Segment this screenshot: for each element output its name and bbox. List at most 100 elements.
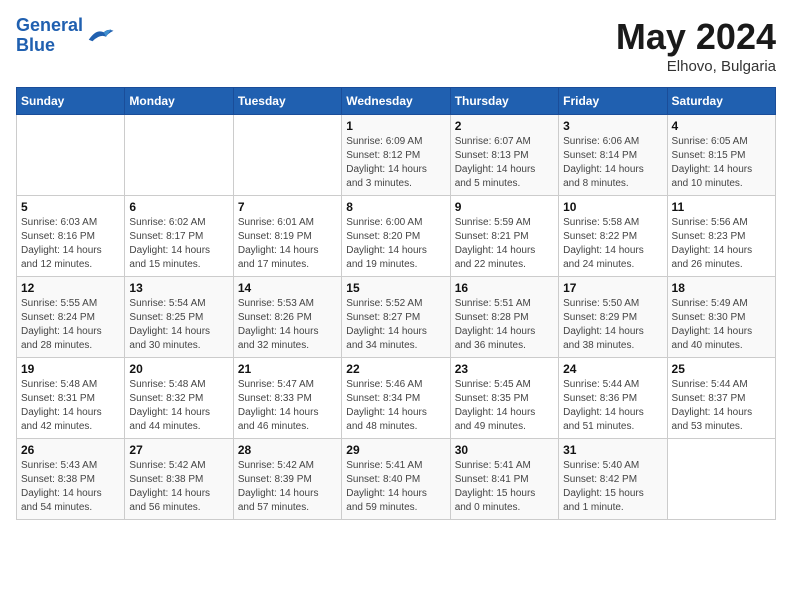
day-number: 1	[346, 119, 445, 133]
calendar-cell: 9 Sunrise: 5:59 AM Sunset: 8:21 PM Daylig…	[450, 196, 558, 277]
day-info: Sunrise: 6:06 AM Sunset: 8:14 PM Dayligh…	[563, 135, 662, 191]
weekday-header-friday: Friday	[559, 88, 667, 115]
day-number: 18	[672, 281, 771, 295]
calendar-cell: 26 Sunrise: 5:43 AM Sunset: 8:38 PM Dayli…	[17, 439, 125, 520]
day-info: Sunrise: 5:50 AM Sunset: 8:29 PM Dayligh…	[563, 297, 662, 353]
day-number: 17	[563, 281, 662, 295]
day-number: 20	[129, 362, 228, 376]
day-number: 8	[346, 200, 445, 214]
day-number: 27	[129, 443, 228, 457]
calendar-cell: 7 Sunrise: 6:01 AM Sunset: 8:19 PM Daylig…	[233, 196, 341, 277]
day-info: Sunrise: 6:00 AM Sunset: 8:20 PM Dayligh…	[346, 216, 445, 272]
calendar-cell: 22 Sunrise: 5:46 AM Sunset: 8:34 PM Dayli…	[342, 358, 450, 439]
day-info: Sunrise: 5:42 AM Sunset: 8:39 PM Dayligh…	[238, 459, 337, 515]
calendar-cell: 6 Sunrise: 6:02 AM Sunset: 8:17 PM Daylig…	[125, 196, 233, 277]
calendar-cell	[667, 439, 775, 520]
day-info: Sunrise: 6:09 AM Sunset: 8:12 PM Dayligh…	[346, 135, 445, 191]
calendar-cell: 13Sunrise: 5:54 AM Sunset: 8:25 PM Dayli…	[125, 277, 233, 358]
day-info: Sunrise: 5:49 AM Sunset: 8:30 PM Dayligh…	[672, 297, 771, 353]
day-info: Sunrise: 5:48 AM Sunset: 8:32 PM Dayligh…	[129, 378, 228, 434]
logo-bird-icon	[85, 24, 115, 48]
day-info: Sunrise: 5:59 AM Sunset: 8:21 PM Dayligh…	[455, 216, 554, 272]
calendar-cell	[125, 115, 233, 196]
calendar-cell: 17 Sunrise: 5:50 AM Sunset: 8:29 PM Dayli…	[559, 277, 667, 358]
day-number: 11	[672, 200, 771, 214]
day-number: 26	[21, 443, 120, 457]
calendar-cell: 15Sunrise: 5:52 AM Sunset: 8:27 PM Dayli…	[342, 277, 450, 358]
day-info: Sunrise: 6:03 AM Sunset: 8:16 PM Dayligh…	[21, 216, 120, 272]
day-number: 7	[238, 200, 337, 214]
calendar-week-5: 26 Sunrise: 5:43 AM Sunset: 8:38 PM Dayli…	[17, 439, 776, 520]
calendar-table: SundayMondayTuesdayWednesdayThursdayFrid…	[16, 87, 776, 520]
calendar-cell: 10 Sunrise: 5:58 AM Sunset: 8:22 PM Dayli…	[559, 196, 667, 277]
day-info: Sunrise: 5:41 AM Sunset: 8:40 PM Dayligh…	[346, 459, 445, 515]
day-info: Sunrise: 6:01 AM Sunset: 8:19 PM Dayligh…	[238, 216, 337, 272]
calendar-cell: 4 Sunrise: 6:05 AM Sunset: 8:15 PM Daylig…	[667, 115, 775, 196]
day-info: Sunrise: 5:43 AM Sunset: 8:38 PM Dayligh…	[21, 459, 120, 515]
calendar-week-1: 1 Sunrise: 6:09 AM Sunset: 8:12 PM Daylig…	[17, 115, 776, 196]
day-info: Sunrise: 5:45 AM Sunset: 8:35 PM Dayligh…	[455, 378, 554, 434]
day-number: 10	[563, 200, 662, 214]
calendar-cell: 1 Sunrise: 6:09 AM Sunset: 8:12 PM Daylig…	[342, 115, 450, 196]
calendar-cell: 8 Sunrise: 6:00 AM Sunset: 8:20 PM Daylig…	[342, 196, 450, 277]
day-info: Sunrise: 5:58 AM Sunset: 8:22 PM Dayligh…	[563, 216, 662, 272]
calendar-cell: 11 Sunrise: 5:56 AM Sunset: 8:23 PM Dayli…	[667, 196, 775, 277]
day-number: 13	[129, 281, 228, 295]
weekday-header-saturday: Saturday	[667, 88, 775, 115]
calendar-cell: 20 Sunrise: 5:48 AM Sunset: 8:32 PM Dayli…	[125, 358, 233, 439]
day-number: 23	[455, 362, 554, 376]
page-header: General Blue May 2024 Elhovo, Bulgaria	[16, 16, 776, 75]
day-info: Sunrise: 5:48 AM Sunset: 8:31 PM Dayligh…	[21, 378, 120, 434]
logo-general: General	[16, 15, 83, 35]
day-number: 19	[21, 362, 120, 376]
day-number: 31	[563, 443, 662, 457]
calendar-cell: 30 Sunrise: 5:41 AM Sunset: 8:41 PM Dayli…	[450, 439, 558, 520]
weekday-header-tuesday: Tuesday	[233, 88, 341, 115]
logo-text: General Blue	[16, 16, 83, 56]
calendar-week-2: 5 Sunrise: 6:03 AM Sunset: 8:16 PM Daylig…	[17, 196, 776, 277]
day-number: 28	[238, 443, 337, 457]
calendar-cell: 27 Sunrise: 5:42 AM Sunset: 8:38 PM Dayli…	[125, 439, 233, 520]
day-number: 30	[455, 443, 554, 457]
weekday-header-wednesday: Wednesday	[342, 88, 450, 115]
day-number: 9	[455, 200, 554, 214]
day-number: 6	[129, 200, 228, 214]
day-number: 5	[21, 200, 120, 214]
calendar-cell: 23 Sunrise: 5:45 AM Sunset: 8:35 PM Dayli…	[450, 358, 558, 439]
calendar-cell: 3 Sunrise: 6:06 AM Sunset: 8:14 PM Daylig…	[559, 115, 667, 196]
day-info: Sunrise: 5:52 AM Sunset: 8:27 PM Dayligh…	[346, 297, 445, 353]
calendar-cell: 19 Sunrise: 5:48 AM Sunset: 8:31 PM Dayli…	[17, 358, 125, 439]
day-info: Sunrise: 5:41 AM Sunset: 8:41 PM Dayligh…	[455, 459, 554, 515]
day-number: 24	[563, 362, 662, 376]
day-info: Sunrise: 5:46 AM Sunset: 8:34 PM Dayligh…	[346, 378, 445, 434]
calendar-cell: 29 Sunrise: 5:41 AM Sunset: 8:40 PM Dayli…	[342, 439, 450, 520]
calendar-cell: 24 Sunrise: 5:44 AM Sunset: 8:36 PM Dayli…	[559, 358, 667, 439]
day-number: 12	[21, 281, 120, 295]
day-info: Sunrise: 5:51 AM Sunset: 8:28 PM Dayligh…	[455, 297, 554, 353]
calendar-cell: 16Sunrise: 5:51 AM Sunset: 8:28 PM Dayli…	[450, 277, 558, 358]
day-number: 25	[672, 362, 771, 376]
calendar-cell: 5 Sunrise: 6:03 AM Sunset: 8:16 PM Daylig…	[17, 196, 125, 277]
calendar-week-4: 19 Sunrise: 5:48 AM Sunset: 8:31 PM Dayli…	[17, 358, 776, 439]
day-number: 29	[346, 443, 445, 457]
day-info: Sunrise: 5:42 AM Sunset: 8:38 PM Dayligh…	[129, 459, 228, 515]
day-info: Sunrise: 5:44 AM Sunset: 8:36 PM Dayligh…	[563, 378, 662, 434]
day-info: Sunrise: 6:02 AM Sunset: 8:17 PM Dayligh…	[129, 216, 228, 272]
day-info: Sunrise: 5:56 AM Sunset: 8:23 PM Dayligh…	[672, 216, 771, 272]
weekday-header-sunday: Sunday	[17, 88, 125, 115]
calendar-cell: 25Sunrise: 5:44 AM Sunset: 8:37 PM Dayli…	[667, 358, 775, 439]
weekday-header-thursday: Thursday	[450, 88, 558, 115]
title-block: May 2024 Elhovo, Bulgaria	[616, 16, 776, 75]
day-number: 22	[346, 362, 445, 376]
location: Elhovo, Bulgaria	[616, 58, 776, 75]
month-title: May 2024	[616, 16, 776, 58]
calendar-week-3: 12 Sunrise: 5:55 AM Sunset: 8:24 PM Dayli…	[17, 277, 776, 358]
calendar-cell: 2Sunrise: 6:07 AM Sunset: 8:13 PM Daylig…	[450, 115, 558, 196]
day-info: Sunrise: 6:05 AM Sunset: 8:15 PM Dayligh…	[672, 135, 771, 191]
logo-blue: Blue	[16, 35, 55, 55]
day-number: 4	[672, 119, 771, 133]
calendar-cell	[233, 115, 341, 196]
calendar-cell	[17, 115, 125, 196]
day-info: Sunrise: 5:55 AM Sunset: 8:24 PM Dayligh…	[21, 297, 120, 353]
day-number: 3	[563, 119, 662, 133]
